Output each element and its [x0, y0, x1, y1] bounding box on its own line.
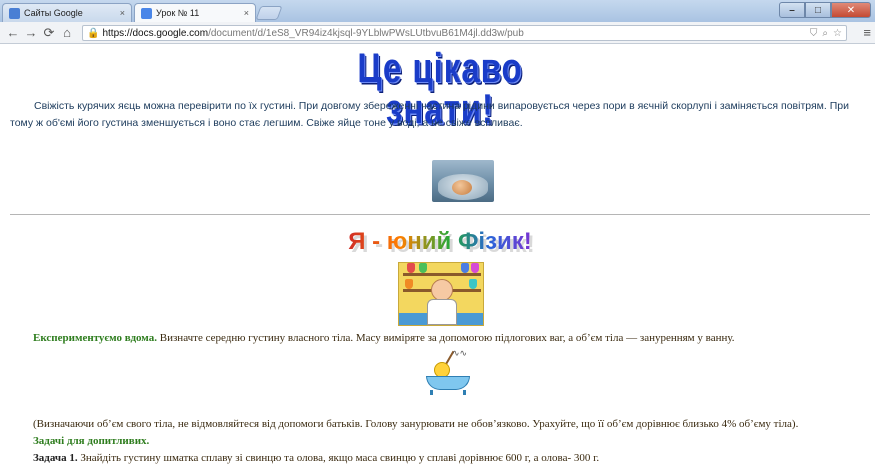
bookmark-star-icon[interactable]: ☆	[833, 28, 842, 39]
experiment-lead: Експериментуємо вдома.	[33, 332, 157, 344]
tasks-heading: Задачі для допитливих.	[33, 435, 150, 447]
heading-young-physicist: Я - юний Фізик!	[340, 230, 540, 254]
tab-close-icon[interactable]: ×	[120, 8, 125, 18]
menu-icon[interactable]: ≡	[863, 25, 871, 40]
tab-title: Сайты Google	[24, 8, 83, 18]
close-window-button[interactable]: ✕	[831, 2, 871, 18]
url-host: https://docs.google.com	[102, 27, 209, 39]
search-icon[interactable]: ⌕	[822, 28, 828, 39]
maximize-button[interactable]: □	[805, 2, 831, 18]
new-tab-button[interactable]	[255, 6, 283, 20]
home-icon[interactable]: ⌂	[58, 25, 76, 40]
tab-title: Урок № 11	[156, 8, 200, 18]
minimize-button[interactable]: –	[779, 2, 805, 18]
bath-cartoon-image: ∿∿	[424, 348, 474, 396]
egg-in-water-image	[432, 160, 494, 202]
window-controls: – □ ✕	[779, 2, 871, 18]
lock-icon: 🔒	[87, 27, 100, 39]
task-1-text: Знайдіть густину шматка сплаву зі свинцю…	[77, 452, 600, 464]
volume-note-paragraph: (Визначаючи об’єм свого тіла, не відмовл…	[33, 418, 799, 430]
tab-close-icon[interactable]: ×	[244, 8, 249, 18]
forward-arrow-icon[interactable]: →	[22, 25, 40, 40]
scientist-lab-image	[398, 262, 484, 326]
experiment-text: Визначте середню густину власного тіла. …	[156, 332, 735, 344]
reload-icon[interactable]: ⟳	[40, 25, 58, 41]
task-1-paragraph: Задача 1. Знайдіть густину шматка сплаву…	[33, 452, 873, 464]
horizontal-divider	[10, 214, 870, 215]
tab-lesson-11[interactable]: Урок № 11 ×	[134, 3, 256, 22]
tab-google-sites[interactable]: Сайты Google ×	[2, 3, 132, 22]
egg-freshness-paragraph: Свіжість курячих яєць можна перевірити п…	[10, 100, 849, 129]
window-titlebar: Сайты Google × Урок № 11 × – □ ✕	[0, 0, 875, 22]
url-path: /document/d/1eS8_VR94iz4kjsql-9YLblwPWsL…	[208, 27, 524, 39]
experiment-paragraph: Експериментуємо вдома. Визначте середню …	[33, 332, 873, 344]
address-bar[interactable]: 🔒 https://docs.google.com /document/d/1e…	[82, 25, 847, 41]
google-sites-favicon-icon	[9, 7, 20, 19]
task-1-label: Задача 1.	[33, 452, 78, 464]
back-arrow-icon[interactable]: ←	[4, 25, 22, 40]
google-docs-favicon-icon	[141, 7, 152, 19]
shield-icon[interactable]: ⛉	[810, 28, 818, 39]
browser-toolbar: ← → ⟳ ⌂ 🔒 https://docs.google.com /docum…	[0, 22, 875, 44]
